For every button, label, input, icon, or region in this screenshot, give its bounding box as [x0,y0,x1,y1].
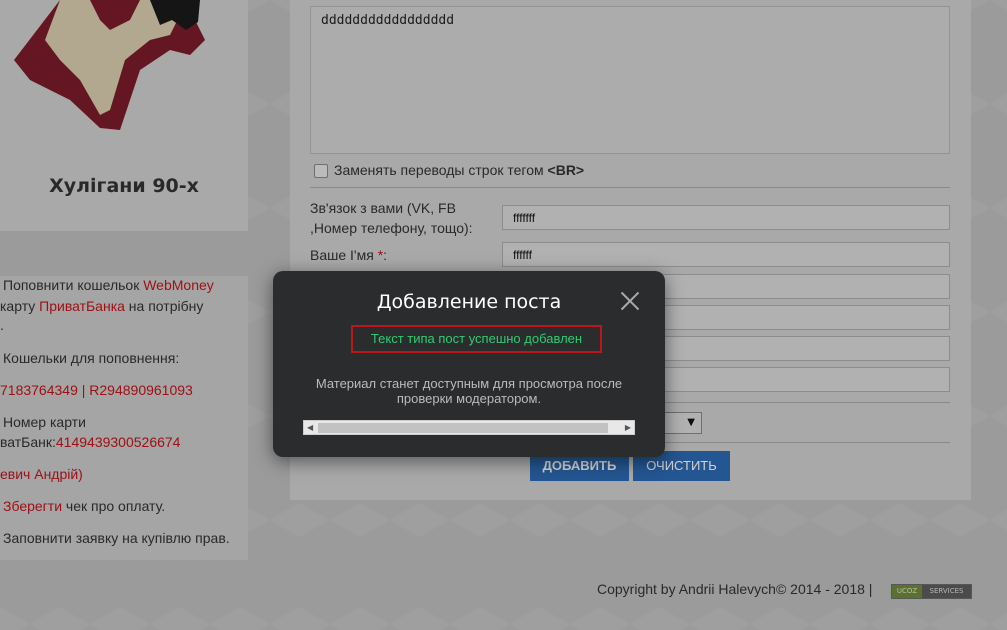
horizontal-scrollbar[interactable]: ◀ ▶ [303,420,635,435]
success-message: Текст типа пост успешно добавлен [351,325,602,353]
scroll-right-icon[interactable]: ▶ [625,422,631,434]
scroll-left-icon[interactable]: ◀ [307,422,313,434]
modal-title: Добавление поста [376,291,562,313]
close-icon[interactable] [619,290,641,312]
scrollbar-thumb[interactable] [318,423,608,433]
add-post-modal: Добавление поста Текст типа пост успешно… [273,271,665,457]
moderation-message: Материал станет доступным для просмотра … [315,376,623,406]
